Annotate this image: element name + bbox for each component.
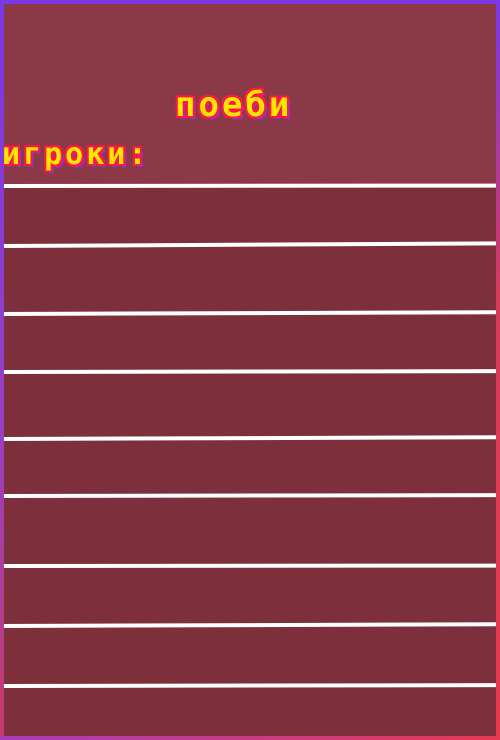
player-slot-divider xyxy=(0,241,500,248)
game-screen: поеби игроки: xyxy=(0,0,500,740)
frame-border-top xyxy=(0,0,500,4)
player-slot-divider xyxy=(0,310,500,316)
frame-border-left xyxy=(0,0,4,740)
player-slot-divider xyxy=(0,493,500,498)
player-slot-divider xyxy=(0,369,500,374)
player-slot-divider xyxy=(0,683,500,688)
game-title: поеби xyxy=(175,85,293,125)
player-slot-divider xyxy=(0,435,500,441)
player-slot-divider xyxy=(0,622,500,628)
players-label: игроки: xyxy=(2,137,150,172)
player-slot-divider xyxy=(0,563,500,568)
player-slot-divider xyxy=(0,183,500,188)
frame-border-bottom xyxy=(0,736,500,740)
frame-border-right xyxy=(496,0,500,740)
